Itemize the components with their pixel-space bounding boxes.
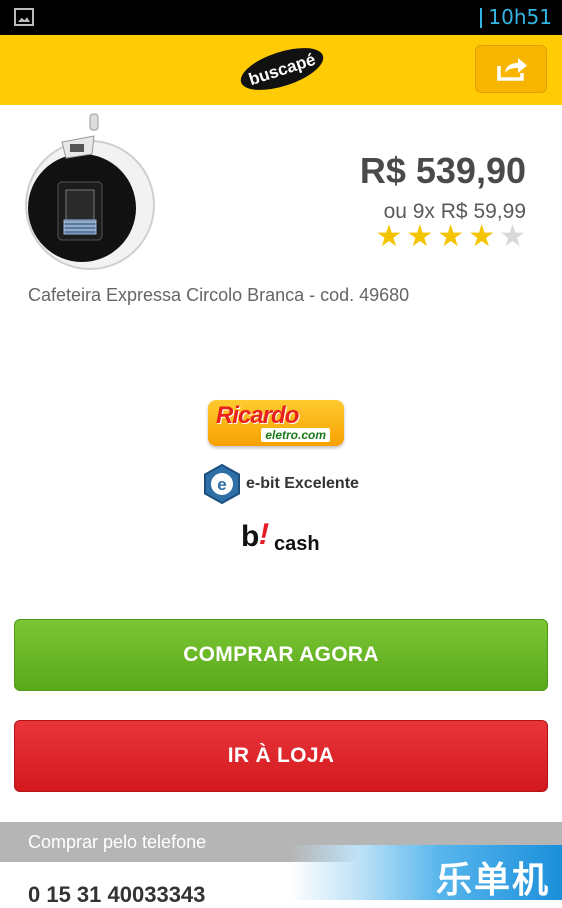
ricardo-logo-subtext: eletro.com [261, 428, 330, 442]
ebit-logo-icon: e [204, 464, 240, 504]
status-separator [480, 8, 482, 28]
ricardo-eletro-logo[interactable]: Ricardo eletro.com [208, 400, 344, 446]
product-name: Cafeteira Expressa Circolo Branca - cod.… [28, 285, 410, 305]
status-bar: 10h51 [0, 0, 562, 35]
product-price: R$ 539,90 [359, 150, 526, 191]
buy-now-button[interactable]: COMPRAR AGORA [14, 619, 548, 691]
watermark-overlay: 乐单机 [290, 845, 562, 901]
product-image[interactable] [22, 112, 162, 277]
bcash-cash: cash [274, 533, 320, 555]
star-icon: ★ [437, 220, 465, 253]
bcash-logo[interactable]: b ! cash [241, 518, 331, 558]
product-rating: ★ ★ ★ ★ ★ [375, 222, 526, 252]
gallery-notification-icon [14, 8, 34, 26]
star-icon: ★ [375, 220, 403, 253]
ebit-badge[interactable]: e e-bit Excelente [202, 464, 372, 504]
star-icon: ★ [468, 220, 496, 253]
status-clock: 10h51 [488, 5, 552, 29]
app-header: buscapé [0, 35, 562, 105]
share-button[interactable] [475, 45, 547, 93]
buscape-logo[interactable]: buscapé [236, 43, 328, 95]
ebit-label: e-bit Excelente [246, 475, 359, 492]
watermark-text: 乐单机 [435, 860, 550, 901]
ricardo-logo-text: Ricardo [216, 402, 299, 429]
star-icon: ★ [406, 220, 434, 253]
go-to-store-button[interactable]: IR À LOJA [14, 720, 548, 792]
share-icon [497, 58, 527, 81]
svg-text:e: e [217, 475, 226, 494]
buy-by-phone-label: Comprar pelo telefone [28, 832, 207, 852]
star-empty-icon: ★ [499, 220, 526, 253]
phone-number-link[interactable]: 0 15 31 40033343 [28, 882, 205, 908]
